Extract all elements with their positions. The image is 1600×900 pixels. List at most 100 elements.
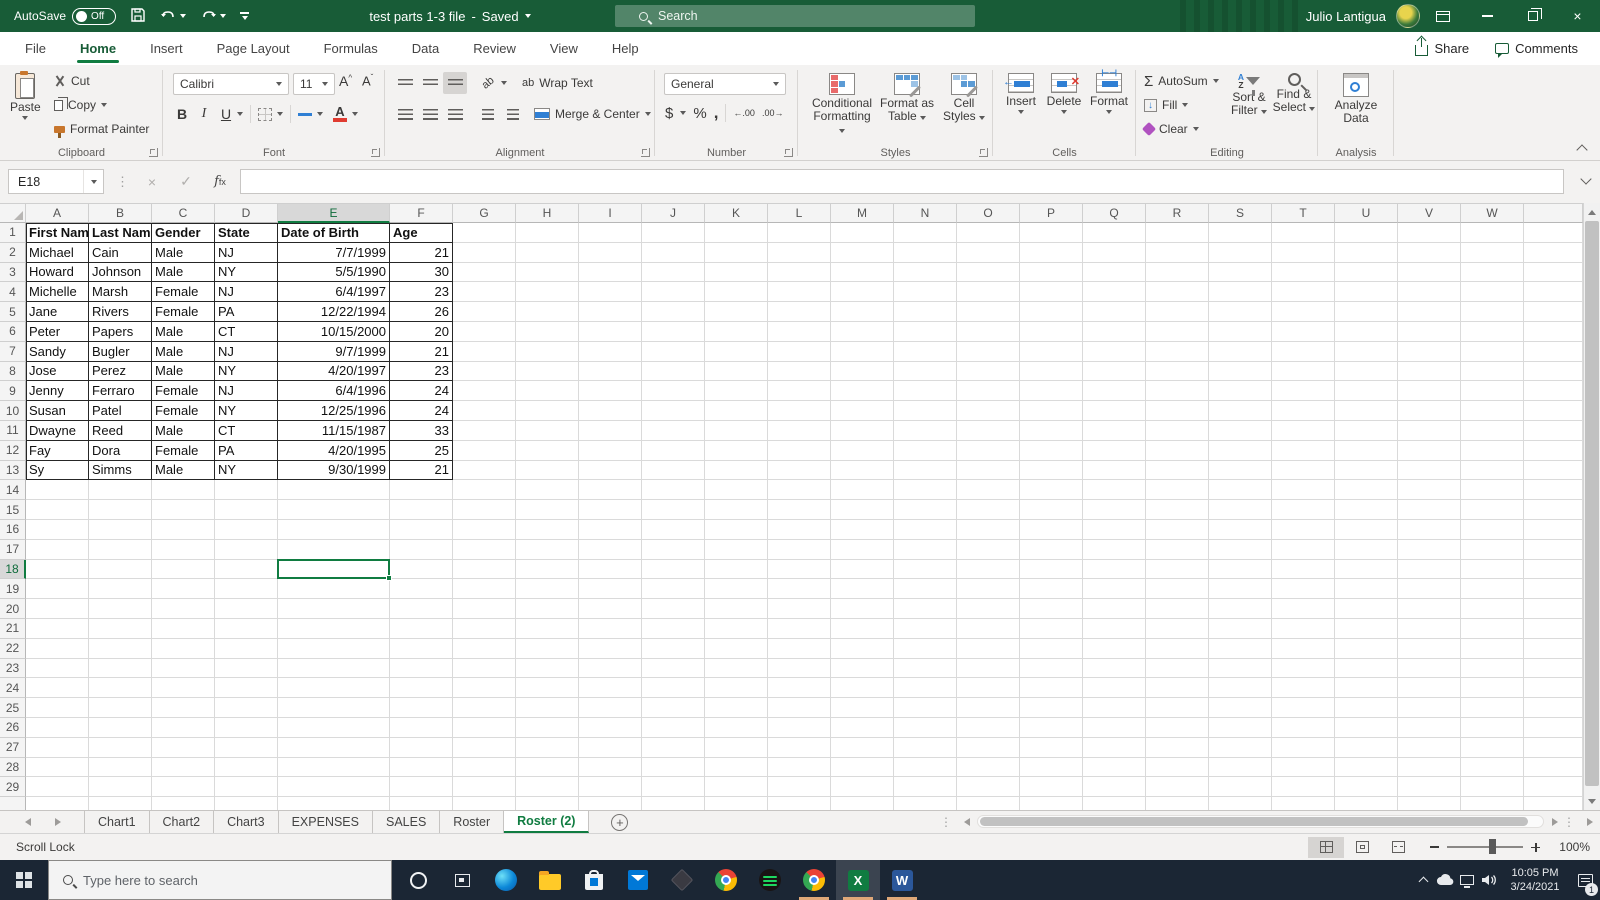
cell-G26[interactable] (453, 717, 516, 738)
cell-U21[interactable] (1335, 618, 1398, 639)
cell-W23[interactable] (1461, 658, 1524, 679)
cell-S27[interactable] (1209, 737, 1272, 758)
autosave-pill[interactable]: Off (72, 7, 117, 25)
cell-L29[interactable] (768, 777, 831, 798)
cell-X26[interactable] (1524, 717, 1583, 738)
row-header-18[interactable]: 18 (0, 559, 26, 580)
column-header-U[interactable]: U (1335, 204, 1398, 223)
page-layout-view-button[interactable] (1344, 837, 1380, 858)
find-select-button[interactable]: Find & Select (1272, 73, 1316, 114)
cell-S4[interactable] (1209, 282, 1272, 303)
row-header-13[interactable]: 13 (0, 460, 26, 481)
cell-X4[interactable] (1524, 282, 1583, 303)
format-cells-button[interactable]: ⊢⊣ Format (1087, 68, 1131, 114)
cell-S10[interactable] (1209, 401, 1272, 421)
cell-I29[interactable] (579, 777, 642, 798)
column-header-S[interactable]: S (1209, 204, 1272, 223)
cell-G4[interactable] (453, 282, 516, 303)
cell-W30[interactable] (1461, 797, 1524, 810)
cell-C27[interactable] (152, 737, 215, 758)
cell-T30[interactable] (1272, 797, 1335, 810)
cell-N30[interactable] (894, 797, 957, 810)
cell-I10[interactable] (579, 401, 642, 421)
cell-P17[interactable] (1020, 539, 1083, 560)
cell-S22[interactable] (1209, 638, 1272, 659)
cell-L3[interactable] (768, 262, 831, 283)
cell-N1[interactable] (894, 223, 957, 243)
cell-G30[interactable] (453, 797, 516, 810)
cell-H9[interactable] (516, 381, 579, 402)
cell-C13[interactable]: Male (152, 460, 215, 481)
cell-U5[interactable] (1335, 302, 1398, 322)
cell-T18[interactable] (1272, 559, 1335, 580)
cell-I6[interactable] (579, 321, 642, 342)
cell-K17[interactable] (705, 539, 768, 560)
cell-W2[interactable] (1461, 242, 1524, 263)
row-header-17[interactable]: 17 (0, 539, 26, 560)
cell-A12[interactable]: Fay (26, 440, 89, 461)
cell-L16[interactable] (768, 519, 831, 540)
sheet-tab-expenses[interactable]: EXPENSES (279, 811, 373, 833)
cell-E10[interactable]: 12/25/1996 (278, 401, 390, 421)
cell-T17[interactable] (1272, 539, 1335, 560)
cell-U14[interactable] (1335, 480, 1398, 501)
cell-C2[interactable]: Male (152, 242, 215, 263)
orientation-caret[interactable] (501, 81, 507, 85)
cell-E5[interactable]: 12/22/1994 (278, 302, 390, 322)
cell-Q5[interactable] (1083, 302, 1146, 322)
cell-L7[interactable] (768, 341, 831, 362)
cell-D24[interactable] (215, 678, 278, 699)
cell-N26[interactable] (894, 717, 957, 738)
redo-dropdown-caret[interactable] (220, 14, 227, 18)
taskbar-item-edge[interactable] (484, 860, 528, 900)
cell-A5[interactable]: Jane (26, 302, 89, 322)
scroll-up-button[interactable] (1584, 204, 1600, 220)
cell-M9[interactable] (831, 381, 894, 402)
cell-K28[interactable] (705, 757, 768, 778)
close-button[interactable]: × (1555, 0, 1600, 32)
cell-B11[interactable]: Reed (89, 420, 152, 441)
cell-F22[interactable] (390, 638, 453, 659)
cell-A26[interactable] (26, 717, 89, 738)
cell-S2[interactable] (1209, 242, 1272, 263)
cell-V26[interactable] (1398, 717, 1461, 738)
cell-O18[interactable] (957, 559, 1020, 580)
cell-X5[interactable] (1524, 302, 1583, 322)
cell-Q30[interactable] (1083, 797, 1146, 810)
cell-X17[interactable] (1524, 539, 1583, 560)
insert-function-button[interactable]: f fx (206, 169, 234, 194)
cell-D8[interactable]: NY (215, 361, 278, 382)
cell-K14[interactable] (705, 480, 768, 501)
cell-C16[interactable] (152, 519, 215, 540)
cell-G24[interactable] (453, 678, 516, 699)
cell-R18[interactable] (1146, 559, 1209, 580)
cell-O1[interactable] (957, 223, 1020, 243)
cell-Q21[interactable] (1083, 618, 1146, 639)
pane-splitter[interactable]: ⋮ (1563, 815, 1575, 829)
cell-F15[interactable] (390, 500, 453, 520)
zoom-in-button[interactable] (1531, 842, 1540, 852)
cell-U13[interactable] (1335, 460, 1398, 481)
cell-B18[interactable] (89, 559, 152, 580)
cell-S14[interactable] (1209, 480, 1272, 501)
cell-X12[interactable] (1524, 440, 1583, 461)
cell-W10[interactable] (1461, 401, 1524, 421)
cell-J28[interactable] (642, 757, 705, 778)
cell-V16[interactable] (1398, 519, 1461, 540)
cell-W17[interactable] (1461, 539, 1524, 560)
cell-F27[interactable] (390, 737, 453, 758)
format-as-table-button[interactable]: Format as Table (876, 73, 938, 123)
sheet-tab-chart2[interactable]: Chart2 (150, 811, 215, 833)
scroll-down-button[interactable] (1584, 793, 1600, 809)
cell-N4[interactable] (894, 282, 957, 303)
cell-U6[interactable] (1335, 321, 1398, 342)
cell-X29[interactable] (1524, 777, 1583, 798)
cell-S5[interactable] (1209, 302, 1272, 322)
paste-caret[interactable] (22, 116, 29, 120)
cell-X6[interactable] (1524, 321, 1583, 342)
cell-H10[interactable] (516, 401, 579, 421)
cell-Q15[interactable] (1083, 500, 1146, 520)
align-left-button[interactable] (393, 103, 417, 125)
cell-I17[interactable] (579, 539, 642, 560)
row-header-22[interactable]: 22 (0, 638, 26, 659)
